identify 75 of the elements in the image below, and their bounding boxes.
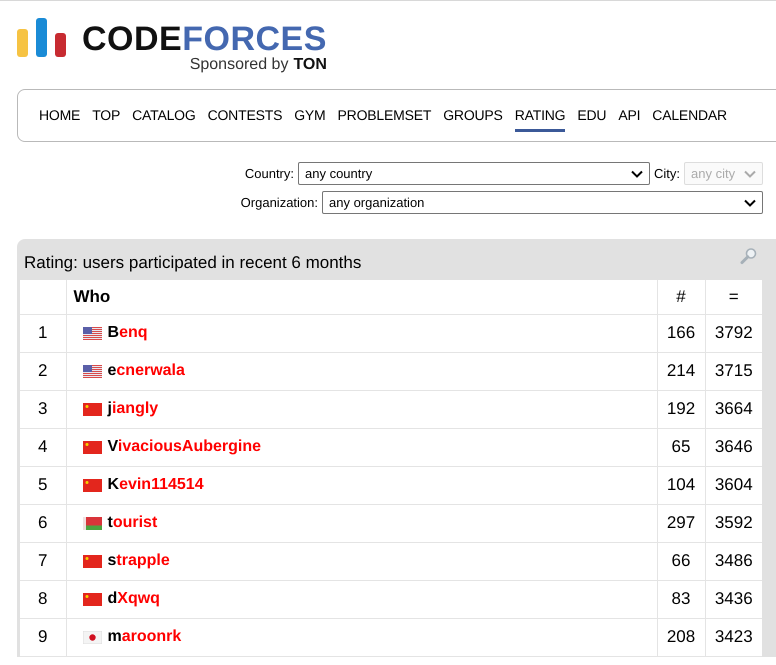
nav-link[interactable]: CATALOG xyxy=(132,100,196,132)
logo-text: FORCES xyxy=(182,21,327,57)
rank-cell: 8 xyxy=(20,580,66,618)
contests-count-cell: 192 xyxy=(657,390,705,428)
contests-count-cell: 208 xyxy=(657,618,705,656)
nav-link[interactable]: TOP xyxy=(92,100,120,132)
flag-icon xyxy=(82,478,102,492)
contests-count-cell: 297 xyxy=(657,504,705,542)
user-handle-link[interactable]: strapple xyxy=(108,549,170,573)
flag-icon xyxy=(82,364,102,378)
column-header: = xyxy=(705,280,762,314)
contests-count-cell: 66 xyxy=(657,542,705,580)
panel-title: Rating: users participated in recent 6 months xyxy=(24,252,362,274)
chevron-down-icon xyxy=(631,170,643,178)
bar-chart-logo-icon xyxy=(16,17,68,59)
country-select[interactable]: any country xyxy=(298,162,650,185)
flag-icon xyxy=(82,592,102,606)
flag-icon xyxy=(82,440,102,454)
user-handle-link[interactable]: jiangly xyxy=(108,397,158,421)
rating-cell: 3423 xyxy=(705,618,762,656)
rating-cell: 3715 xyxy=(705,352,762,390)
rank-cell: 7 xyxy=(20,542,66,580)
flag-icon xyxy=(82,326,102,340)
user-handle-link[interactable]: VivaciousAubergine xyxy=(108,435,262,459)
chevron-down-icon xyxy=(744,198,756,206)
city-label: City: xyxy=(654,164,680,183)
flag-icon xyxy=(82,516,102,530)
rating-cell: 3792 xyxy=(705,314,762,352)
nav-link[interactable]: GROUPS xyxy=(443,100,503,132)
rank-cell: 9 xyxy=(20,618,66,656)
sponsor-name: TON xyxy=(293,55,327,75)
rating-cell: 3486 xyxy=(705,542,762,580)
user-handle-link[interactable]: Benq xyxy=(108,321,148,345)
search-icon[interactable] xyxy=(740,247,758,265)
user-handle-link[interactable]: tourist xyxy=(108,511,158,535)
flag-icon xyxy=(82,630,102,644)
contests-count-cell: 166 xyxy=(657,314,705,352)
contests-count-cell: 65 xyxy=(657,428,705,466)
rank-cell: 1 xyxy=(20,314,66,352)
column-header: Who xyxy=(66,280,657,314)
site-logo[interactable]: CODEFORCES Sponsored by TON xyxy=(0,1,776,75)
country-label: Country: xyxy=(244,164,294,183)
nav-link[interactable]: HOME xyxy=(39,100,80,132)
nav-link[interactable]: EDU xyxy=(577,100,606,132)
contests-count-cell: 83 xyxy=(657,580,705,618)
nav-link[interactable]: PROBLEMSET xyxy=(338,100,432,132)
column-header: # xyxy=(657,280,705,314)
flag-icon xyxy=(82,402,102,416)
rank-cell: 5 xyxy=(20,466,66,504)
rating-cell: 3604 xyxy=(705,466,762,504)
rank-cell: 2 xyxy=(20,352,66,390)
user-handle-link[interactable]: Kevin114514 xyxy=(108,473,204,497)
nav-link[interactable]: API xyxy=(618,100,640,132)
nav-link[interactable]: RATING xyxy=(514,100,566,132)
user-handle-link[interactable]: dXqwq xyxy=(108,587,160,611)
rank-cell: 3 xyxy=(20,390,66,428)
rating-cell: 3592 xyxy=(705,504,762,542)
contests-count-cell: 104 xyxy=(657,466,705,504)
contests-count-cell: 214 xyxy=(657,352,705,390)
organization-label: Organization: xyxy=(240,194,318,212)
rank-cell: 6 xyxy=(20,504,66,542)
sponsor-text: Sponsored by xyxy=(190,55,288,75)
chevron-down-icon xyxy=(744,170,756,178)
user-handle-link[interactable]: maroonrk xyxy=(108,625,182,649)
logo-text: CODE xyxy=(82,21,182,57)
rating-cell: 3664 xyxy=(705,390,762,428)
rank-cell: 4 xyxy=(20,428,66,466)
rating-cell: 3646 xyxy=(705,428,762,466)
nav-link[interactable]: GYM xyxy=(294,100,326,132)
organization-select[interactable]: any organization xyxy=(322,191,763,214)
nav-link[interactable]: CALENDAR xyxy=(652,100,727,132)
flag-icon xyxy=(82,554,102,568)
rating-cell: 3436 xyxy=(705,580,762,618)
nav-link[interactable]: CONTESTS xyxy=(208,100,282,132)
user-handle-link[interactable]: ecnerwala xyxy=(108,359,185,383)
